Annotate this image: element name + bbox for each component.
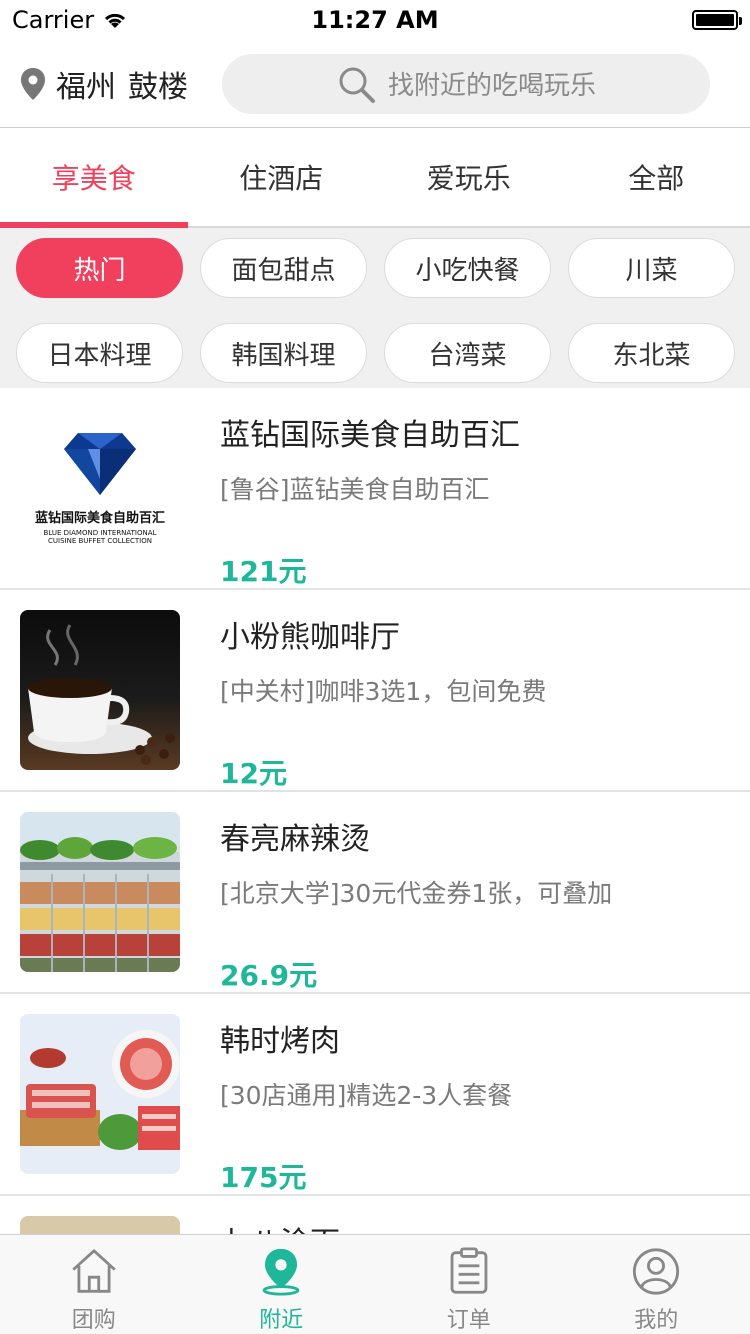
- food-display-icon: [20, 812, 180, 972]
- deal-title: 七八涂面: [220, 1218, 340, 1234]
- location-pin-icon: [262, 1248, 300, 1296]
- deal-item[interactable]: 春亮麻辣烫 [北京大学]30元代金券1张，可叠加 26.9元: [0, 792, 750, 994]
- city-label: 福州: [56, 69, 116, 105]
- deal-price: 26.9元: [220, 959, 318, 992]
- deal-info: 小粉熊咖啡厅 [中关村]咖啡3选1，包间免费 12元: [220, 610, 546, 790]
- tabbar-label: 订单: [446, 1308, 491, 1333]
- deal-thumbnail-blue-diamond-logo: 蓝钻国际美食自助百汇 BLUE DIAMOND INTERNATIONAL CU…: [20, 408, 180, 568]
- deal-item[interactable]: 小粉熊咖啡厅 [中关村]咖啡3选1，包间免费 12元: [0, 590, 750, 792]
- deal-description: [中关村]咖啡3选1，包间免费: [220, 677, 547, 706]
- deal-info: 春亮麻辣烫 [北京大学]30元代金券1张，可叠加 26.9元: [220, 812, 612, 992]
- house-icon: [72, 1249, 116, 1293]
- tabbar-label: 我的: [634, 1308, 679, 1333]
- filter-chips: 热门 面包甜点 小吃快餐 川菜 日本料理 韩国料理 台湾菜 东北菜: [0, 228, 750, 388]
- chip-bakery[interactable]: 面包甜点: [200, 238, 367, 298]
- deal-info: 七八涂面: [220, 1216, 340, 1234]
- category-tabs: 享美食 住酒店 爱玩乐 全部: [0, 128, 750, 228]
- coffee-cup-icon: [28, 624, 175, 765]
- deal-thumbnail-hotpot-buffet: [20, 812, 180, 972]
- search-icon: [339, 67, 375, 103]
- battery-icon: [692, 10, 742, 30]
- status-time: 11:27 AM: [311, 6, 439, 34]
- deal-price: 12元: [220, 757, 287, 790]
- logo-subtitle-1: BLUE DIAMOND INTERNATIONAL: [43, 529, 157, 537]
- tabbar-item-group-buy[interactable]: 团购: [0, 1235, 188, 1334]
- deal-info: 韩时烤肉 [30店通用]精选2-3人套餐 175元: [220, 1014, 512, 1194]
- bottom-tab-bar: 团购 附近 订单 我的: [0, 1234, 750, 1334]
- chip-korean[interactable]: 韩国料理: [200, 323, 367, 383]
- deal-title: 春亮麻辣烫: [220, 822, 370, 857]
- deal-info: 蓝钻国际美食自助百汇 [鲁谷]蓝钻美食自助百汇 121元: [220, 408, 520, 588]
- deal-thumbnail-korean-bbq: [20, 1014, 180, 1174]
- district-label: 鼓楼: [128, 69, 188, 105]
- deal-item[interactable]: 韩时烤肉 [30店通用]精选2-3人套餐 175元: [0, 994, 750, 1196]
- deal-description: [30店通用]精选2-3人套餐: [220, 1081, 513, 1110]
- tab-all[interactable]: 全部: [563, 128, 750, 226]
- deal-thumbnail-coffee: [20, 610, 180, 770]
- tabbar-item-nearby[interactable]: 附近: [188, 1235, 376, 1334]
- chip-taiwanese[interactable]: 台湾菜: [384, 323, 551, 383]
- tabbar-label: 团购: [71, 1308, 116, 1333]
- user-icon: [633, 1248, 680, 1295]
- tab-food[interactable]: 享美食: [0, 128, 188, 228]
- diamond-logo-icon: [64, 433, 136, 495]
- deal-item[interactable]: 蓝钻国际美食自助百汇 BLUE DIAMOND INTERNATIONAL CU…: [0, 388, 750, 590]
- logo-subtitle-2: CUISINE BUFFET COLLECTION: [48, 537, 152, 545]
- location-selector[interactable]: 福州 鼓楼: [0, 62, 222, 106]
- deal-price: 175元: [220, 1161, 307, 1194]
- tabbar-label: 附近: [259, 1308, 304, 1333]
- chip-japanese[interactable]: 日本料理: [16, 323, 183, 383]
- status-bar: Carrier 11:27 AM: [0, 0, 750, 40]
- chip-sichuan[interactable]: 川菜: [568, 238, 735, 298]
- chip-snacks[interactable]: 小吃快餐: [384, 238, 551, 298]
- tab-entertainment[interactable]: 爱玩乐: [375, 128, 563, 226]
- deal-title: 韩时烤肉: [220, 1024, 340, 1059]
- deal-thumbnail-noodles: [20, 1216, 180, 1234]
- deal-title: 小粉熊咖啡厅: [220, 620, 400, 655]
- search-input[interactable]: 找附近的吃喝玩乐: [222, 53, 710, 114]
- order-list-icon: [450, 1247, 488, 1294]
- search-placeholder: 找附近的吃喝玩乐: [387, 71, 596, 101]
- deal-description: [北京大学]30元代金券1张，可叠加: [220, 879, 613, 908]
- logo-title: 蓝钻国际美食自助百汇: [34, 511, 165, 526]
- deal-title: 蓝钻国际美食自助百汇: [220, 418, 520, 453]
- header: 福州 鼓楼 找附近的吃喝玩乐: [0, 40, 750, 128]
- tabbar-item-orders[interactable]: 订单: [375, 1235, 563, 1334]
- tab-hotel[interactable]: 住酒店: [188, 128, 376, 226]
- chip-northeast[interactable]: 东北菜: [568, 323, 735, 383]
- deal-list: 蓝钻国际美食自助百汇 BLUE DIAMOND INTERNATIONAL CU…: [0, 388, 750, 1234]
- deal-item[interactable]: 七八涂面: [0, 1196, 750, 1234]
- deal-description: [鲁谷]蓝钻美食自助百汇: [220, 475, 490, 504]
- chip-popular[interactable]: 热门: [16, 238, 183, 298]
- tabbar-item-me[interactable]: 我的: [563, 1235, 750, 1334]
- location-pin-icon: [21, 67, 45, 100]
- deal-price: 121元: [220, 555, 307, 588]
- bbq-meat-icon: [20, 1030, 180, 1150]
